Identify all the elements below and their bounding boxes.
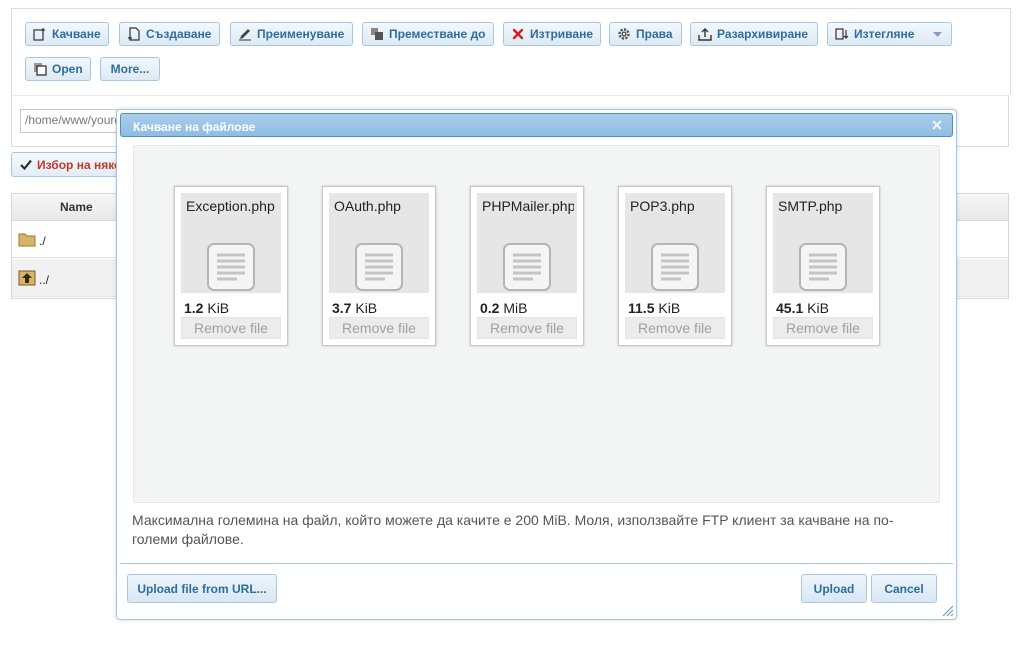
parent-folder-icon [18, 270, 36, 286]
rename-button[interactable]: Преименуване [230, 22, 353, 46]
file-thumbnail: POP3.php [625, 193, 725, 293]
file-thumbnail: Exception.php [181, 193, 281, 293]
document-icon [503, 243, 551, 291]
file-thumbnail: SMTP.php [773, 193, 873, 293]
remove-file-button[interactable]: Remove file [773, 317, 873, 339]
file-name: POP3.php [630, 198, 695, 214]
row-name: ./ [39, 234, 46, 248]
unarchive-button[interactable]: Разархивиране [690, 22, 818, 46]
remove-file-button[interactable]: Remove file [181, 317, 281, 339]
file-size: 3.7 KiB [332, 300, 378, 316]
document-icon [207, 243, 255, 291]
check-icon [20, 159, 32, 170]
file-name: SMTP.php [778, 198, 843, 214]
file-toolbar: Качване Създаване Преименуване Премества… [11, 8, 1011, 95]
download-dropdown-toggle[interactable] [924, 22, 952, 46]
file-thumbnail: OAuth.php [329, 193, 429, 293]
document-icon [355, 243, 403, 291]
move-label: Преместване до [389, 27, 486, 41]
upload-label: Качване [52, 27, 101, 41]
file-preview: SMTP.php 45.1 KiB Remove file [766, 186, 880, 346]
download-button[interactable]: Изтегляне [827, 22, 925, 46]
move-icon [370, 27, 384, 41]
file-size: 1.2 KiB [184, 300, 230, 316]
unarchive-icon [698, 27, 712, 41]
gear-icon [617, 27, 631, 41]
upload-from-url-button[interactable]: Upload file from URL... [127, 574, 277, 603]
rename-label: Преименуване [257, 27, 345, 41]
remove-file-button[interactable]: Remove file [477, 317, 577, 339]
select-some-button[interactable]: Избор на някои [11, 152, 131, 177]
close-icon[interactable] [930, 118, 944, 132]
open-button[interactable]: Open [25, 57, 91, 81]
file-size: 11.5 KiB [628, 300, 681, 316]
permissions-label: Права [636, 27, 673, 41]
file-name: PHPMailer.php [482, 198, 574, 214]
document-icon [651, 243, 699, 291]
file-size: 45.1 KiB [776, 300, 829, 316]
folder-icon [18, 231, 36, 247]
file-preview: Exception.php 1.2 KiB Remove file [174, 186, 288, 346]
row-name: ../ [39, 273, 50, 287]
remove-file-button[interactable]: Remove file [329, 317, 429, 339]
file-preview: OAuth.php 3.7 KiB Remove file [322, 186, 436, 346]
new-file-icon [127, 27, 141, 41]
dialog-title-bar[interactable]: Качване на файлове [120, 113, 953, 137]
column-header-name[interactable]: Name [60, 200, 93, 214]
open-label: Open [52, 62, 83, 76]
create-button[interactable]: Създаване [119, 22, 220, 46]
file-preview: POP3.php 11.5 KiB Remove file [618, 186, 732, 346]
dialog-footer-divider [120, 563, 953, 564]
more-button[interactable]: More... [100, 57, 160, 81]
delete-icon [511, 27, 525, 41]
move-button[interactable]: Преместване до [362, 22, 494, 46]
file-thumbnail: PHPMailer.php [477, 193, 577, 293]
select-some-label: Избор на някои [37, 157, 129, 172]
upload-icon [33, 27, 47, 41]
file-preview: PHPMailer.php 0.2 MiB Remove file [470, 186, 584, 346]
dialog-title: Качване на файлове [133, 120, 256, 134]
resize-handle-icon[interactable] [942, 605, 954, 617]
chevron-down-icon [933, 27, 942, 41]
file-name: OAuth.php [334, 198, 401, 214]
cancel-button[interactable]: Cancel [871, 574, 937, 603]
document-icon [799, 243, 847, 291]
more-label: More... [110, 62, 150, 76]
download-icon [835, 27, 849, 41]
upload-dialog: Качване на файлове Exception.php 1.2 KiB… [116, 109, 957, 620]
delete-button[interactable]: Изтриване [503, 22, 601, 46]
create-label: Създаване [146, 27, 212, 41]
copy-icon [33, 62, 47, 76]
download-label: Изтегляне [854, 27, 915, 41]
upload-submit-button[interactable]: Upload [801, 574, 867, 603]
drop-zone[interactable]: Exception.php 1.2 KiB Remove file OAuth.… [133, 145, 940, 503]
upload-button[interactable]: Качване [25, 22, 109, 46]
max-size-note: Максимална големина на файл, който может… [132, 512, 894, 547]
file-size: 0.2 MiB [480, 300, 528, 316]
file-name: Exception.php [186, 198, 275, 214]
remove-file-button[interactable]: Remove file [625, 317, 725, 339]
unarchive-label: Разархивиране [717, 27, 809, 41]
delete-label: Изтриване [530, 27, 593, 41]
pencil-icon [238, 27, 252, 41]
permissions-button[interactable]: Права [609, 22, 682, 46]
